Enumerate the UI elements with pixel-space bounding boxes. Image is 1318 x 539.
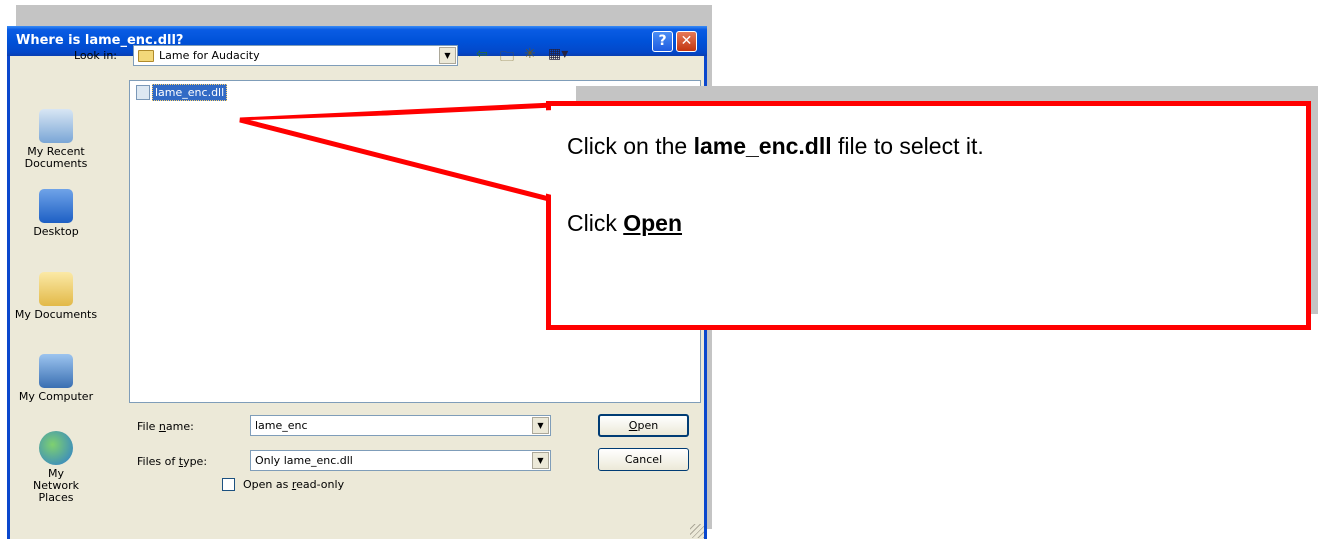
callout-instruction-select: Click on the lame_enc.dll file to select… [567,133,984,160]
callout-instruction-open: Click Open [567,210,682,237]
callout-text: file to select it. [831,133,984,159]
callout-open-word: Open [623,210,683,236]
callout-text: Click [567,210,624,236]
callout-filename: lame_enc.dll [693,133,832,159]
callout-text: Click on the [567,133,694,159]
